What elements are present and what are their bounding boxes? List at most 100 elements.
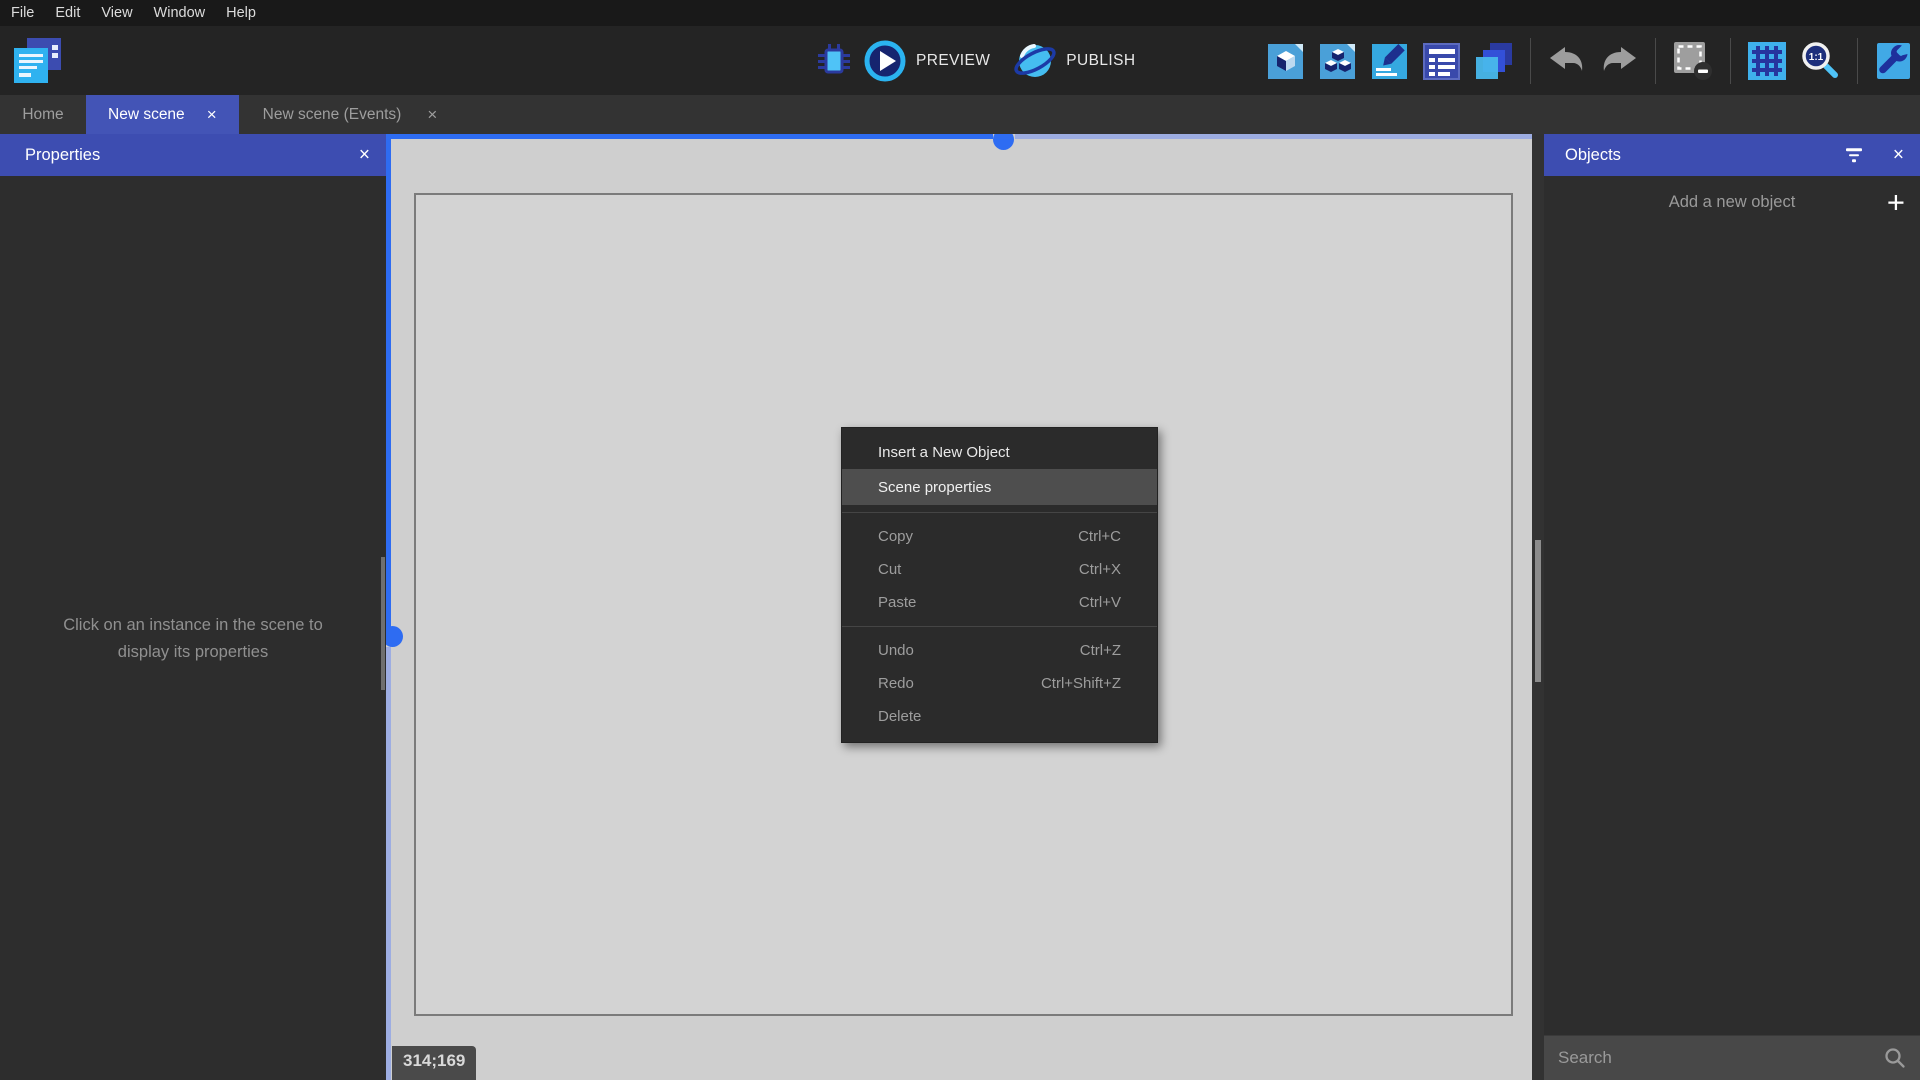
- properties-scrollbar-thumb[interactable]: [381, 557, 385, 690]
- menu-help[interactable]: Help: [226, 5, 256, 21]
- search-icon: [1884, 1047, 1906, 1069]
- close-icon[interactable]: ×: [359, 146, 370, 165]
- tab-new-scene[interactable]: New scene ×: [86, 95, 239, 134]
- tab-home[interactable]: Home: [0, 95, 86, 134]
- empty-message-line: display its properties: [0, 639, 386, 666]
- menu-bar: File Edit View Window Help: [0, 0, 1920, 26]
- preview-label[interactable]: PREVIEW: [916, 52, 990, 70]
- pencil-icon: [1370, 41, 1410, 81]
- menu-item-label: Undo: [878, 642, 914, 659]
- project-manager-icon: [14, 38, 62, 84]
- menu-item-shortcut: Ctrl+X: [1079, 561, 1121, 578]
- redo-arrow-icon: [1599, 43, 1639, 79]
- open-properties-button[interactable]: [1422, 41, 1462, 81]
- context-menu-item-copy[interactable]: Copy Ctrl+C: [842, 520, 1157, 553]
- menu-item-label: Scene properties: [878, 479, 991, 496]
- gdevelop-window: File Edit View Window Help: [0, 0, 1920, 1080]
- debugger-button[interactable]: [814, 41, 854, 81]
- objects-cubes-icon: [1318, 41, 1358, 81]
- menu-item-label: Paste: [878, 594, 916, 611]
- context-menu-item-insert-new-object[interactable]: Insert a New Object: [842, 436, 1157, 469]
- menu-item-shortcut: Ctrl+C: [1078, 528, 1121, 545]
- undo-button[interactable]: [1547, 43, 1587, 79]
- toolbar-center-group: PREVIEW PUBLISH: [814, 26, 1149, 95]
- plus-icon[interactable]: +: [1887, 187, 1905, 218]
- menu-item-label: Delete: [878, 708, 921, 725]
- add-new-object-row[interactable]: Add a new object +: [1544, 176, 1920, 228]
- filter-bar: [1849, 154, 1859, 157]
- filter-icon[interactable]: [1846, 148, 1862, 162]
- planet-icon: [1013, 39, 1057, 83]
- svg-text:1:1: 1:1: [1809, 52, 1824, 63]
- vertical-scrollbar-thumb[interactable]: [386, 626, 403, 647]
- menu-item-shortcut: Ctrl+V: [1079, 594, 1121, 611]
- main-area: Properties × Click on an instance in the…: [0, 134, 1920, 1080]
- objects-panel: Objects × Add a new object +: [1544, 134, 1920, 1080]
- scene-tools-button[interactable]: [1874, 41, 1914, 81]
- context-menu-item-redo[interactable]: Redo Ctrl+Shift+Z: [842, 667, 1157, 700]
- publish-button[interactable]: [1013, 39, 1057, 83]
- filter-bar: [1846, 148, 1862, 151]
- publish-label[interactable]: PUBLISH: [1066, 52, 1135, 70]
- horizontal-scrollbar-track[interactable]: [386, 134, 993, 139]
- editor-scrollbar-thumb[interactable]: [1535, 540, 1541, 682]
- cursor-coordinates-badge: 314;169: [392, 1046, 476, 1080]
- menu-view[interactable]: View: [101, 5, 132, 21]
- preview-button[interactable]: [863, 39, 907, 83]
- edit-object-button[interactable]: [1266, 41, 1306, 81]
- vertical-scrollbar-track[interactable]: [386, 647, 391, 1080]
- vertical-scrollbar-track[interactable]: [386, 134, 391, 631]
- menu-edit[interactable]: Edit: [55, 5, 80, 21]
- wrench-icon: [1874, 41, 1914, 81]
- menu-window[interactable]: Window: [154, 5, 206, 21]
- menu-item-shortcut: Ctrl+Z: [1080, 642, 1121, 659]
- context-menu-item-undo[interactable]: Undo Ctrl+Z: [842, 634, 1157, 667]
- tab-label: New scene (Events): [263, 106, 402, 124]
- debugger-bug-icon: [814, 41, 854, 81]
- context-menu: Insert a New Object Scene properties Cop…: [841, 427, 1158, 743]
- scene-canvas[interactable]: Insert a New Object Scene properties Cop…: [386, 134, 1532, 1080]
- tab-bar: Home New scene × New scene (Events) ×: [0, 95, 1920, 134]
- empty-message-line: Click on an instance in the scene to: [0, 612, 386, 639]
- objects-panel-header: Objects ×: [1544, 134, 1920, 176]
- tab-close-icon[interactable]: ×: [427, 106, 437, 123]
- toolbar-separator: [1530, 38, 1531, 84]
- redo-button[interactable]: [1599, 43, 1639, 79]
- undo-arrow-icon: [1547, 43, 1587, 79]
- toolbar: PREVIEW PUBLISH: [0, 26, 1920, 95]
- objects-search-bar: [1544, 1035, 1920, 1080]
- project-manager-button[interactable]: [14, 38, 62, 84]
- menu-item-label: Insert a New Object: [878, 444, 1010, 461]
- context-menu-divider: [842, 512, 1157, 513]
- properties-panel: Properties × Click on an instance in the…: [0, 134, 386, 1080]
- tab-close-icon[interactable]: ×: [207, 106, 217, 123]
- toolbar-separator: [1857, 38, 1858, 84]
- clear-selection-button[interactable]: [1672, 40, 1714, 82]
- tab-new-scene-events[interactable]: New scene (Events) ×: [239, 95, 462, 134]
- tab-label: New scene: [108, 106, 185, 124]
- menu-file[interactable]: File: [11, 5, 34, 21]
- list-icon: [1422, 41, 1462, 81]
- context-menu-item-delete[interactable]: Delete: [842, 700, 1157, 733]
- zoom-original-button[interactable]: 1:1: [1799, 40, 1841, 82]
- tab-label: Home: [22, 106, 63, 124]
- horizontal-scrollbar-thumb[interactable]: [993, 134, 1014, 150]
- edit-objects-button[interactable]: [1318, 41, 1358, 81]
- objects-search-input[interactable]: [1558, 1048, 1884, 1068]
- context-menu-item-scene-properties[interactable]: Scene properties: [842, 469, 1157, 505]
- toolbar-separator: [1655, 38, 1656, 84]
- toggle-grid-button[interactable]: [1747, 41, 1787, 81]
- close-icon[interactable]: ×: [1893, 146, 1904, 165]
- context-menu-item-paste[interactable]: Paste Ctrl+V: [842, 586, 1157, 619]
- edit-scene-button[interactable]: [1370, 41, 1410, 81]
- menu-item-label: Cut: [878, 561, 901, 578]
- editor-scrollbar-track[interactable]: [1532, 134, 1544, 1080]
- context-menu-item-cut[interactable]: Cut Ctrl+X: [842, 553, 1157, 586]
- menu-item-label: Copy: [878, 528, 913, 545]
- instances-list-button[interactable]: [1474, 41, 1514, 81]
- horizontal-scrollbar-track[interactable]: [1015, 134, 1532, 139]
- grid-icon: [1747, 41, 1787, 81]
- properties-panel-title: Properties: [25, 146, 100, 165]
- deselect-icon: [1672, 40, 1714, 82]
- play-circle-icon: [863, 39, 907, 83]
